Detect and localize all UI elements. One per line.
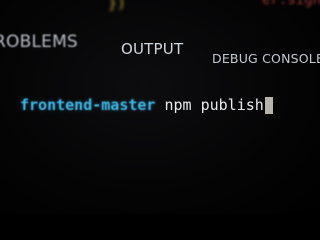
tab-debug-console[interactable]: DEBUG CONSOLE	[212, 51, 320, 66]
editor-code-fragment-right: er.sign	[262, 0, 320, 8]
terminal-command[interactable]: npm publish	[164, 96, 263, 114]
terminal-cursor	[264, 96, 273, 114]
tab-output[interactable]: OUTPUT	[121, 40, 183, 58]
terminal-prompt: frontend-master	[20, 96, 156, 114]
terminal-input-line[interactable]: frontend-master npm publish	[20, 96, 273, 114]
vscode-editor-window: }) er.sign ROBLEMS OUTPUT DEBUG CONSOLE …	[0, 0, 320, 214]
panel-tab-bar: ROBLEMS OUTPUT DEBUG CONSOLE	[0, 30, 320, 70]
editor-code-fragment: })	[108, 0, 127, 12]
tab-problems[interactable]: ROBLEMS	[0, 32, 78, 52]
